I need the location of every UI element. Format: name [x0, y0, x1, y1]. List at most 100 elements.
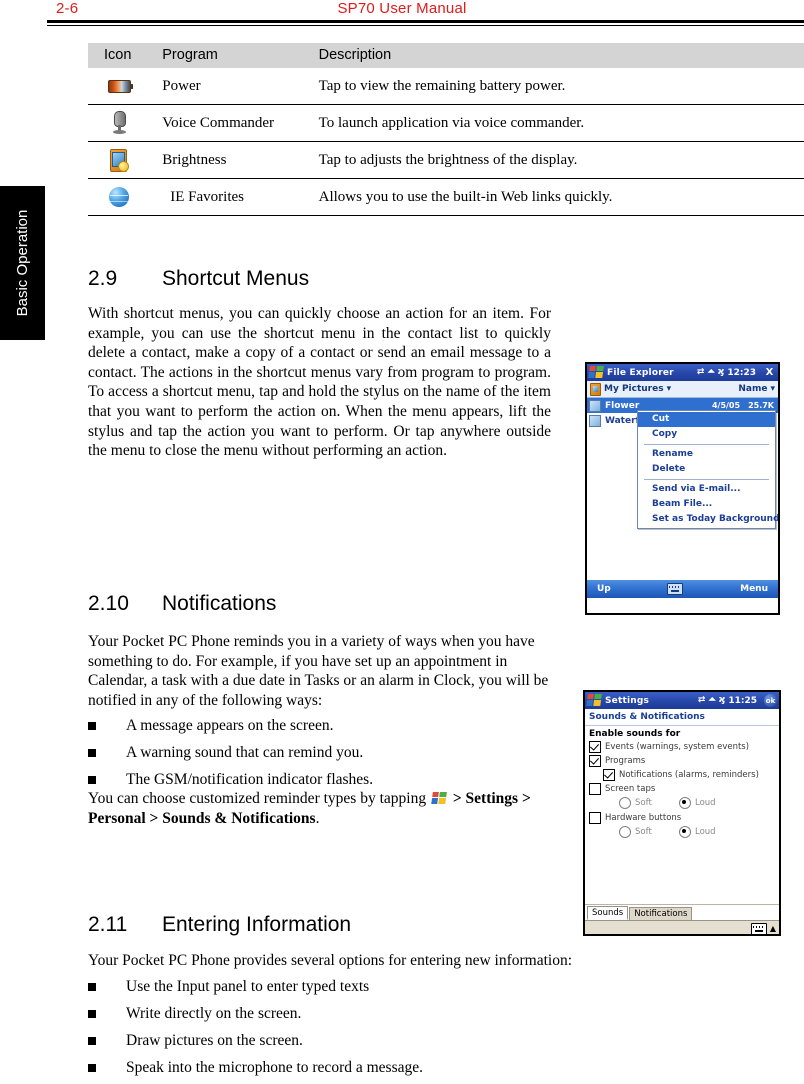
context-menu-separator — [644, 479, 769, 480]
list-item-label: The GSM/notification indicator flashes. — [126, 771, 374, 788]
group-label: Enable sounds for — [589, 729, 681, 739]
checkbox-label: Screen taps — [605, 784, 656, 794]
clock-label[interactable]: 12:23 — [727, 368, 756, 378]
list-item-label: Use the Input panel to enter typed texts — [126, 978, 370, 995]
radio-group-hardware-buttons: Soft Loud — [619, 826, 779, 838]
context-menu-item-rename[interactable]: Rename — [638, 447, 775, 462]
chevron-up-icon[interactable]: ▲ — [770, 925, 776, 933]
list-item-label: Speak into the microphone to record a me… — [126, 1059, 423, 1076]
signal-icon[interactable]: ⏶ — [708, 696, 715, 705]
folder-selector-label[interactable]: My Pictures — [604, 384, 664, 394]
table-cell-description: To launch application via voice commande… — [308, 104, 804, 142]
file-name: Flower — [605, 400, 640, 411]
settings-titlebar: Settings ⇄ ⏶ ϗ 11:25 ok — [585, 692, 779, 709]
context-menu-item-send-via-email[interactable]: Send via E-mail... — [638, 482, 775, 497]
ok-button[interactable]: ok — [764, 694, 777, 707]
paragraph-notifications: Your Pocket PC Phone reminds you in a va… — [88, 633, 549, 709]
windows-start-icon[interactable] — [586, 694, 603, 707]
chevron-down-icon[interactable]: ▾ — [667, 384, 672, 394]
radio-label: Soft — [635, 798, 652, 808]
globe-icon — [109, 187, 130, 207]
footer-path-settings: > Settings — [452, 790, 519, 807]
checkbox-row-events[interactable]: Events (warnings, system events) — [589, 741, 779, 753]
checkbox-hardware-buttons[interactable] — [589, 812, 601, 824]
section-tab: Basic Operation — [0, 186, 45, 340]
context-menu-item-copy[interactable]: Copy — [638, 427, 775, 442]
header-rule-thin — [47, 25, 804, 26]
checkbox-events[interactable] — [589, 741, 601, 753]
table-row: Brightness Tap to adjusts the brightness… — [88, 141, 804, 179]
keyboard-icon[interactable] — [750, 923, 767, 934]
heading-entering-information: 2.11 Entering Information — [88, 913, 351, 937]
image-file-icon — [589, 414, 601, 427]
bullet-list-entering-information: Use the Input panel to enter typed texts… — [88, 976, 423, 1084]
signal-icon[interactable]: ⏶ — [707, 368, 714, 377]
list-item-label: Draw pictures on the screen. — [126, 1032, 303, 1049]
brightness-icon — [109, 148, 129, 172]
radio-option-loud[interactable]: Loud — [679, 826, 739, 838]
close-icon[interactable]: X — [763, 366, 776, 379]
context-menu-item-cut[interactable]: Cut — [638, 412, 775, 427]
column-header-icon: Icon — [88, 43, 151, 68]
keyboard-icon[interactable] — [667, 583, 684, 595]
list-item: A message appears on the screen. — [88, 715, 373, 736]
table-cell-icon — [88, 141, 151, 179]
file-explorer-title: File Explorer — [607, 367, 674, 378]
table-cell-icon — [88, 104, 151, 142]
checkbox-label: Events (warnings, system events) — [605, 742, 750, 752]
list-item: Write directly on the screen. — [88, 1003, 423, 1024]
radio-label: Loud — [695, 827, 716, 837]
radio-option-loud[interactable]: Loud — [679, 797, 739, 809]
bullet-square-icon — [88, 776, 96, 784]
radio-soft[interactable] — [619, 797, 631, 809]
image-file-icon — [589, 399, 601, 412]
windows-start-icon — [431, 792, 448, 805]
connectivity-icon[interactable]: ⇄ — [697, 368, 705, 377]
context-menu-item-set-as-today-background[interactable]: Set as Today Background — [638, 512, 778, 527]
up-button[interactable]: Up — [597, 584, 611, 594]
heading-title: Notifications — [162, 592, 277, 615]
radio-loud[interactable] — [679, 797, 691, 809]
checkbox-screen-taps[interactable] — [589, 783, 601, 795]
radio-loud[interactable] — [679, 826, 691, 838]
context-menu-item-delete[interactable]: Delete — [638, 462, 775, 477]
menu-button[interactable]: Menu — [740, 584, 768, 594]
file-explorer-screenshot: File Explorer ⇄ ⏶ ϗ 12:23 X My Pictures … — [585, 362, 780, 615]
context-menu-item-beam-file[interactable]: Beam File... — [638, 497, 775, 512]
file-explorer-bottombar: Up Menu — [587, 580, 778, 598]
clock-label[interactable]: 11:25 — [728, 696, 757, 706]
paragraph-notifications-footer: You can choose customized reminder types… — [88, 789, 558, 828]
checkbox-programs[interactable] — [589, 755, 601, 767]
table-cell-program: Power — [162, 77, 201, 94]
checkbox-row-hardware-buttons[interactable]: Hardware buttons — [589, 812, 779, 824]
sort-selector-label[interactable]: Name — [738, 384, 767, 394]
icon-program-table: Icon Program Description Power Tap to vi… — [88, 43, 804, 216]
settings-subtitle: Sounds & Notifications — [585, 709, 779, 726]
tab-notifications[interactable]: Notifications — [629, 907, 693, 920]
radio-soft[interactable] — [619, 826, 631, 838]
checkbox-notifications[interactable] — [603, 769, 615, 781]
table-row: IE Favorites Allows you to use the built… — [88, 178, 804, 216]
context-menu: Cut Copy Rename Delete Send via E-mail..… — [637, 410, 778, 529]
table-cell-program: Brightness — [150, 141, 309, 179]
radio-option-soft[interactable]: Soft — [619, 826, 679, 838]
settings-bottombar: ▲ — [585, 920, 779, 934]
table-row: Voice Commander To launch application vi… — [88, 104, 804, 142]
connectivity-icon[interactable]: ⇄ — [698, 696, 706, 705]
list-item: The GSM/notification indicator flashes. — [88, 769, 373, 790]
table-cell-program: Voice Commander — [150, 104, 309, 142]
checkbox-row-notifications[interactable]: Notifications (alarms, reminders) — [603, 769, 779, 781]
paragraph-shortcut-menus: With shortcut menus, you can quickly cho… — [88, 305, 551, 460]
heading-title: Entering Information — [162, 913, 352, 936]
tab-sounds[interactable]: Sounds — [587, 906, 629, 920]
bullet-list-notifications: A message appears on the screen. A warni… — [88, 715, 373, 796]
windows-start-icon[interactable] — [588, 366, 605, 379]
chevron-down-icon[interactable]: ▾ — [770, 384, 775, 394]
checkbox-row-programs[interactable]: Programs — [589, 755, 779, 767]
list-item: Draw pictures on the screen. — [88, 1030, 423, 1051]
bullet-square-icon — [88, 983, 96, 991]
checkbox-row-screen-taps[interactable]: Screen taps — [589, 783, 779, 795]
radio-option-soft[interactable]: Soft — [619, 797, 679, 809]
volume-icon[interactable]: ϗ — [718, 368, 725, 377]
volume-icon[interactable]: ϗ — [719, 696, 726, 705]
